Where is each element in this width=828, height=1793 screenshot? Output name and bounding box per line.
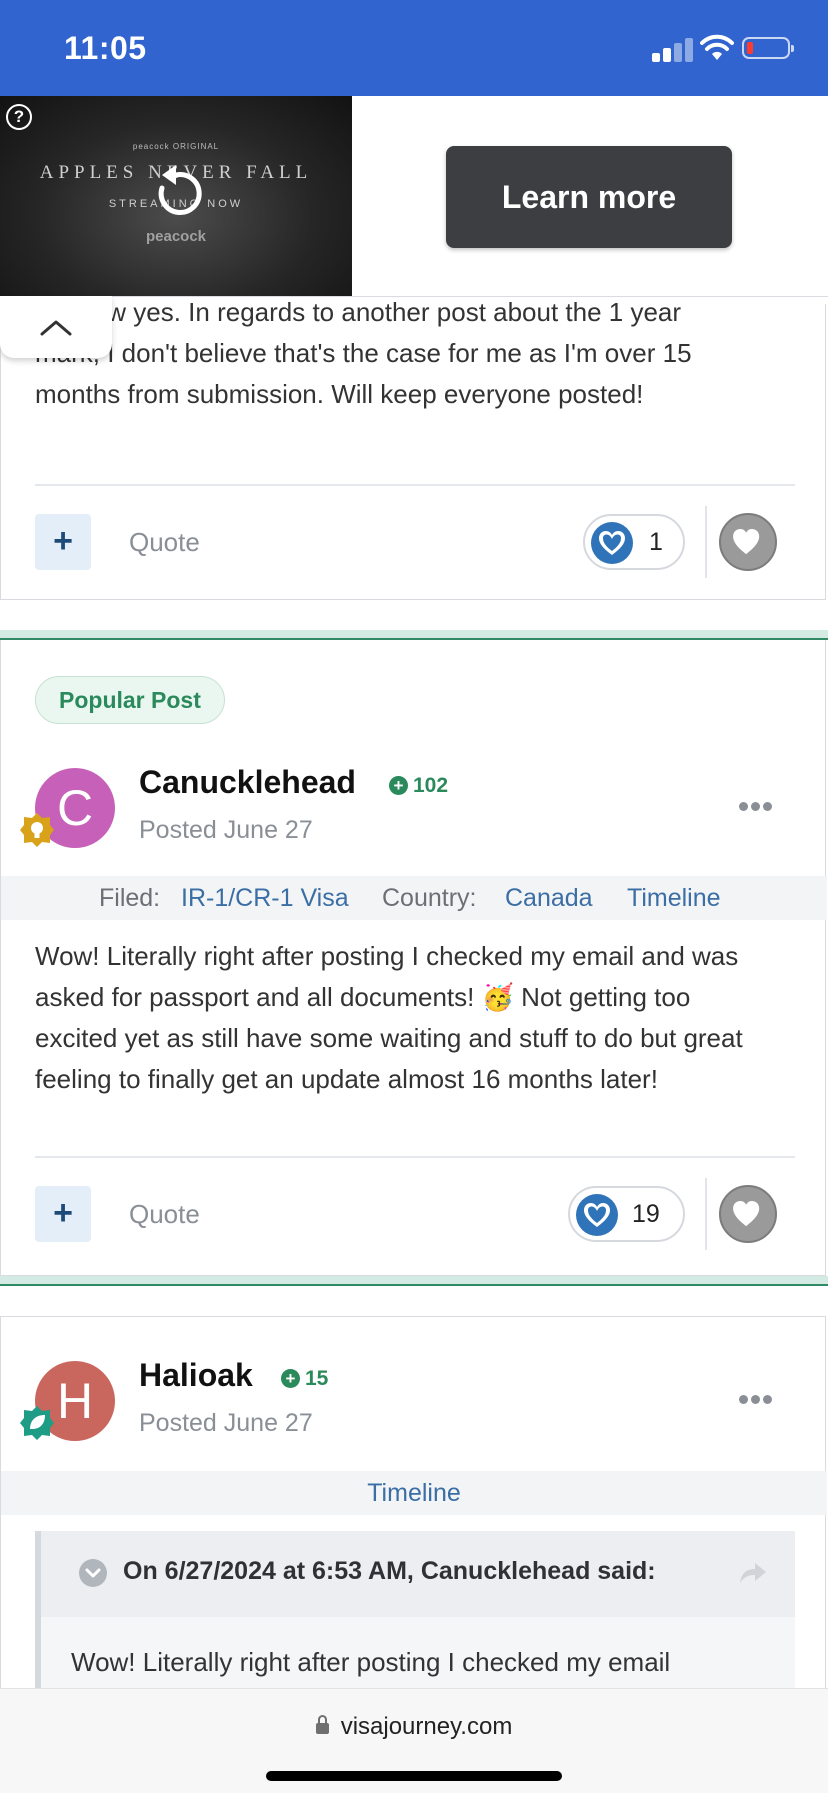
quote-title: On 6/27/2024 at 6:53 AM, Canucklehead sa… <box>123 1557 656 1585</box>
quote-link[interactable]: Quote <box>129 527 200 558</box>
share-arrow-icon[interactable] <box>739 1561 767 1585</box>
divider <box>35 484 795 486</box>
filed-label: Filed: <box>99 884 161 912</box>
quote-link[interactable]: Quote <box>129 1199 200 1230</box>
post-body-line: asked for passport and all documents! 🥳 … <box>35 982 691 1012</box>
divider <box>705 506 707 578</box>
badge-icon <box>20 1406 54 1440</box>
country-link[interactable]: Canada <box>505 876 593 920</box>
reaction-count-pill[interactable]: 1 <box>583 514 685 570</box>
post-body-line: feeling to finally get an update almost … <box>35 1064 658 1094</box>
post-body-line: ... a few yes. In regards to another pos… <box>35 297 682 327</box>
reputation-badge: +15 <box>281 1367 328 1391</box>
popular-post-badge: Popular Post <box>35 676 225 724</box>
reaction-count-pill[interactable]: 19 <box>568 1186 685 1242</box>
timeline-link[interactable]: Timeline <box>627 876 721 920</box>
url-text: visajourney.com <box>340 1713 513 1740</box>
post-body-line: excited yet as still have some waiting a… <box>35 1023 743 1053</box>
ad-brand: peacock <box>145 228 207 245</box>
post-date: Posted June 27 <box>139 1409 313 1437</box>
home-indicator[interactable] <box>266 1771 562 1781</box>
more-icon[interactable] <box>739 1395 773 1405</box>
status-time: 11:05 <box>64 30 147 66</box>
filed-link[interactable]: IR-1/CR-1 Visa <box>181 876 349 920</box>
timeline-link[interactable]: Timeline <box>367 1479 461 1507</box>
chevron-up-icon <box>40 320 72 336</box>
ad-banner: ? peacock ORIGINAL APPLES NEVER FALL STR… <box>0 96 828 297</box>
multiquote-button[interactable]: + <box>35 514 91 570</box>
post-date: Posted June 27 <box>139 816 313 844</box>
post-canucklehead: Popular Post C Canucklehead +102 Posted … <box>0 640 827 1276</box>
country-label: Country: <box>382 884 477 912</box>
reputation-value: 15 <box>305 1367 329 1390</box>
status-bar: 11:05 <box>0 0 828 96</box>
quote-header: On 6/27/2024 at 6:53 AM, Canucklehead sa… <box>41 1531 795 1617</box>
more-icon[interactable] <box>739 802 773 812</box>
chevron-down-icon[interactable] <box>79 1559 107 1587</box>
react-heart-button[interactable] <box>719 1185 777 1243</box>
collapse-ad-button[interactable] <box>0 296 112 358</box>
battery-icon <box>742 37 794 59</box>
post-halioak: H Halioak +15 Posted June 27 Timeline On… <box>0 1316 827 1731</box>
divider <box>35 1156 795 1158</box>
reputation-value: 102 <box>413 774 449 797</box>
browser-url-bar[interactable]: visajourney.com <box>0 1688 828 1793</box>
post-separator <box>0 630 828 640</box>
post-body-line: Wow! Literally right after posting I che… <box>35 941 739 971</box>
lock-icon <box>315 1715 329 1734</box>
signal-icon <box>652 36 694 62</box>
post-separator <box>0 1276 828 1286</box>
quote-text: Wow! Literally right after posting I che… <box>71 1647 671 1677</box>
url-display[interactable]: visajourney.com <box>0 1713 828 1741</box>
divider <box>705 1178 707 1250</box>
post-body: Wow! Literally right after posting I che… <box>35 936 795 1100</box>
help-icon[interactable]: ? <box>6 104 32 130</box>
wifi-icon <box>700 34 734 60</box>
reaction-count: 1 <box>649 528 663 556</box>
ad-brand-small: peacock ORIGINAL <box>132 142 220 151</box>
post-body-line: mark, I don't believe that's the case fo… <box>35 338 692 368</box>
post-body-line: months from submission. Will keep everyo… <box>35 379 644 409</box>
heart-icon <box>576 1194 618 1236</box>
replay-icon[interactable] <box>146 162 210 226</box>
badge-icon <box>20 813 54 847</box>
reaction-count: 19 <box>632 1200 660 1228</box>
learn-more-button[interactable]: Learn more <box>446 146 732 248</box>
heart-icon <box>591 522 633 564</box>
member-meta-bar: Filed: IR-1/CR-1 Visa Country: Canada Ti… <box>1 876 827 920</box>
author-name[interactable]: Halioak <box>139 1357 253 1394</box>
member-meta-bar: Timeline <box>1 1471 827 1515</box>
ad-video[interactable]: ? peacock ORIGINAL APPLES NEVER FALL STR… <box>0 96 352 296</box>
author-name[interactable]: Canucklehead <box>139 764 356 801</box>
react-heart-button[interactable] <box>719 513 777 571</box>
post-previous: ... a few yes. In regards to another pos… <box>0 297 826 600</box>
post-body: ... a few yes. In regards to another pos… <box>35 292 795 415</box>
reputation-badge: +102 <box>389 774 448 798</box>
multiquote-button[interactable]: + <box>35 1186 91 1242</box>
